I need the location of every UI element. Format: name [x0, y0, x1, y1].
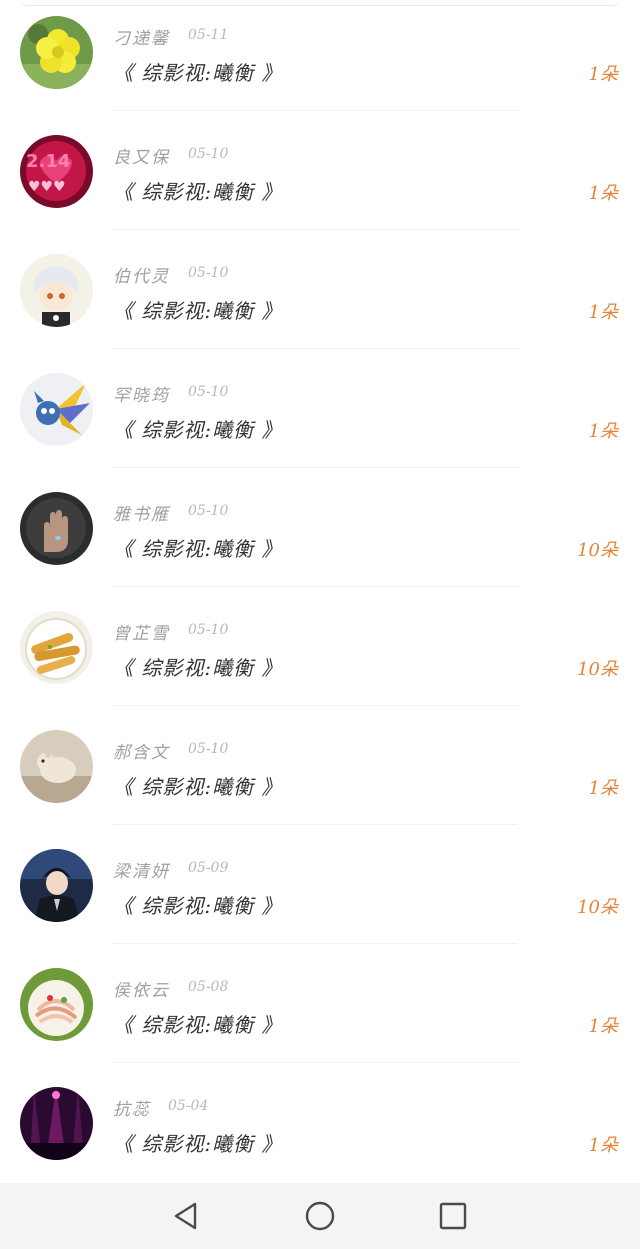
send-date: 05-10	[188, 622, 229, 638]
list-item[interactable]: 梁清妍 05-09 《 综影视:曦衡 》 10朵	[0, 833, 640, 952]
valentines-avatar-icon: 2.14 ♥♥♥	[20, 135, 93, 208]
gift-amount: 1朵	[588, 421, 618, 442]
noodle-salad-avatar-icon	[20, 968, 93, 1041]
sender-name: 良又保	[113, 148, 170, 168]
fried-food-avatar-icon	[20, 611, 93, 684]
book-title: 《 综影视:曦衡 》	[113, 299, 283, 323]
list-item[interactable]: 雅书雁 05-10 《 综影视:曦衡 》 10朵	[0, 476, 640, 595]
divider	[113, 467, 518, 468]
anime-boy-suit-avatar-icon	[20, 849, 93, 922]
avatar[interactable]	[20, 611, 93, 684]
send-date: 05-09	[188, 860, 229, 876]
book-title: 《 综影视:曦衡 》	[113, 61, 283, 85]
list-item[interactable]: 罕晓筠 05-10 《 综影视:曦衡 》 1朵	[0, 357, 640, 476]
game-character-avatar-icon	[20, 373, 93, 446]
list-item[interactable]: 侯依云 05-08 《 综影视:曦衡 》 1朵	[0, 952, 640, 1071]
avatar[interactable]	[20, 1087, 93, 1160]
rodent-avatar-icon	[20, 730, 93, 803]
gift-amount: 10朵	[577, 897, 618, 918]
back-button[interactable]	[170, 1200, 202, 1232]
divider	[113, 586, 518, 587]
send-date: 05-10	[188, 146, 229, 162]
send-date: 05-10	[188, 265, 229, 281]
avatar[interactable]: 2.14 ♥♥♥	[20, 135, 93, 208]
avatar[interactable]	[20, 254, 93, 327]
send-date: 05-10	[188, 503, 229, 519]
yellow-flower-avatar-icon	[20, 16, 93, 89]
sender-name: 抗蕊	[113, 1100, 151, 1120]
list-item[interactable]: 2.14 ♥♥♥ 良又保 05-10 《 综影视:曦衡 》 1朵	[0, 119, 640, 238]
sender-name: 梁清妍	[113, 862, 170, 882]
avatar[interactable]	[20, 16, 93, 89]
sender-name: 伯代灵	[113, 267, 170, 287]
square-recents-icon	[439, 1202, 467, 1230]
list-item[interactable]: 抗蕊 05-04 《 综影视:曦衡 》 1朵	[0, 1071, 640, 1190]
gift-amount: 1朵	[588, 778, 618, 799]
svg-text:2.14: 2.14	[26, 151, 70, 172]
book-title: 《 综影视:曦衡 》	[113, 1132, 283, 1156]
gift-amount: 1朵	[588, 302, 618, 323]
gift-amount: 1朵	[588, 1135, 618, 1156]
anime-boy-avatar-icon	[20, 254, 93, 327]
triangle-back-icon	[174, 1202, 197, 1230]
gift-amount: 10朵	[577, 659, 618, 680]
svg-text:♥♥♥: ♥♥♥	[28, 179, 66, 195]
gift-amount: 1朵	[588, 1016, 618, 1037]
list-item[interactable]: 伯代灵 05-10 《 综影视:曦衡 》 1朵	[0, 238, 640, 357]
sender-name: 侯依云	[113, 981, 170, 1001]
gift-amount: 1朵	[588, 183, 618, 204]
recents-button[interactable]	[437, 1200, 469, 1232]
divider	[113, 943, 518, 944]
avatar[interactable]	[20, 968, 93, 1041]
divider	[113, 348, 518, 349]
gift-amount: 10朵	[577, 540, 618, 561]
book-title: 《 综影视:曦衡 》	[113, 537, 283, 561]
sender-name: 雅书雁	[113, 505, 170, 525]
book-title: 《 综影视:曦衡 》	[113, 894, 283, 918]
book-title: 《 综影视:曦衡 》	[113, 418, 283, 442]
sender-name: 罕晓筠	[113, 386, 170, 406]
sender-name: 曾芷雪	[113, 624, 170, 644]
concert-stage-avatar-icon	[20, 1087, 93, 1160]
send-date: 05-10	[188, 741, 229, 757]
list-item[interactable]: 刁递馨 05-11 《 综影视:曦衡 》 1朵	[0, 0, 640, 119]
send-date: 05-04	[168, 1098, 209, 1114]
book-title: 《 综影视:曦衡 》	[113, 1013, 283, 1037]
sender-name: 刁递馨	[113, 29, 170, 49]
list-item[interactable]: 郝含文 05-10 《 综影视:曦衡 》 1朵	[0, 714, 640, 833]
avatar[interactable]	[20, 730, 93, 803]
system-navigation-bar	[0, 1183, 640, 1249]
gift-records-screen: 刁递馨 05-11 《 综影视:曦衡 》 1朵 2.14 ♥♥♥ 良又保 05-…	[0, 0, 640, 1249]
list-item[interactable]: 曾芷雪 05-10 《 综影视:曦衡 》 10朵	[0, 595, 640, 714]
send-date: 05-11	[188, 27, 229, 43]
avatar[interactable]	[20, 373, 93, 446]
avatar[interactable]	[20, 849, 93, 922]
divider	[113, 1062, 518, 1063]
circle-home-icon	[305, 1201, 335, 1231]
divider	[113, 229, 518, 230]
book-title: 《 综影视:曦衡 》	[113, 180, 283, 204]
hand-avatar-icon	[20, 492, 93, 565]
send-date: 05-10	[188, 384, 229, 400]
sender-name: 郝含文	[113, 743, 170, 763]
divider	[113, 705, 518, 706]
divider	[113, 824, 518, 825]
home-button[interactable]	[304, 1200, 336, 1232]
book-title: 《 综影视:曦衡 》	[113, 656, 283, 680]
gift-amount: 1朵	[588, 64, 618, 85]
avatar[interactable]	[20, 492, 93, 565]
book-title: 《 综影视:曦衡 》	[113, 775, 283, 799]
divider	[113, 110, 518, 111]
send-date: 05-08	[188, 979, 229, 995]
